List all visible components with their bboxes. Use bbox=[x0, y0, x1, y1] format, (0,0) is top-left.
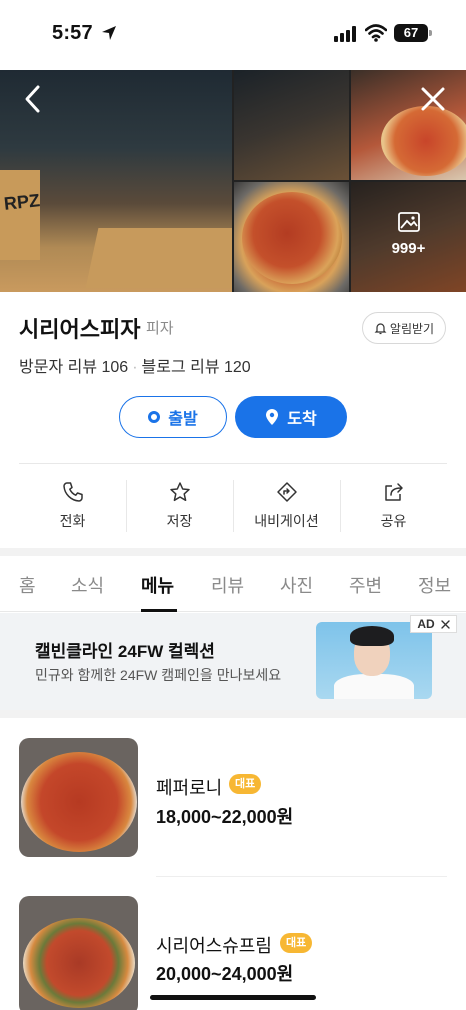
tab-info[interactable]: 정보 bbox=[418, 572, 451, 598]
call-action[interactable]: 전화 bbox=[19, 476, 126, 536]
bell-icon bbox=[374, 322, 387, 334]
tab-nearby[interactable]: 주변 bbox=[349, 572, 382, 598]
place-name: 시리어스피자 bbox=[19, 317, 141, 342]
ad-subtitle: 민규와 함께한 24FW 캠페인을 만나보세요 bbox=[35, 667, 282, 683]
status-bar: 5:57 67 bbox=[0, 0, 466, 70]
visitor-reviews-link[interactable]: 방문자 리뷰 106 bbox=[19, 359, 128, 376]
ad-badge[interactable]: AD bbox=[410, 615, 457, 633]
action-label: 저장 bbox=[166, 513, 193, 529]
depart-label: 출발 bbox=[168, 411, 198, 428]
table-top bbox=[85, 228, 232, 288]
wifi-icon bbox=[365, 24, 387, 42]
status-time: 5:57 bbox=[52, 22, 93, 44]
close-icon[interactable] bbox=[420, 86, 446, 112]
blog-reviews-link[interactable]: 블로그 리뷰 120 bbox=[142, 359, 251, 376]
signature-badge: 대표 bbox=[280, 933, 313, 953]
tab-menu[interactable]: 메뉴 bbox=[141, 572, 174, 598]
menu-item-name: 페퍼로니 bbox=[156, 778, 223, 798]
tab-reviews[interactable]: 리뷰 bbox=[211, 572, 244, 598]
photo-gallery[interactable]: RPZ 999+ bbox=[0, 70, 466, 292]
ad-banner[interactable]: 캘빈클라인 24FW 컬렉션 민규와 함께한 24FW 캠페인을 만나보세요 bbox=[0, 613, 466, 710]
ad-label: AD bbox=[417, 617, 435, 631]
quick-actions: 전화 저장 내비게이션 공유 bbox=[19, 476, 447, 536]
section-divider bbox=[0, 710, 466, 718]
star-icon bbox=[169, 482, 190, 502]
navigation-action[interactable]: 내비게이션 bbox=[233, 476, 340, 536]
pizza-image bbox=[21, 752, 137, 852]
menu-thumbnail bbox=[19, 896, 138, 1010]
arrive-button[interactable]: 도착 bbox=[235, 396, 347, 438]
gallery-photo-pizza-table[interactable] bbox=[351, 70, 466, 180]
menu-thumbnail bbox=[19, 738, 138, 857]
notify-label: 알림받기 bbox=[389, 321, 435, 336]
pizza-image bbox=[242, 192, 342, 284]
separator-dot: · bbox=[132, 359, 138, 376]
location-pin-icon bbox=[266, 409, 279, 425]
location-arrow-icon bbox=[102, 26, 116, 40]
image-icon bbox=[397, 212, 420, 232]
counter-sign-text: RPZ bbox=[3, 190, 41, 214]
battery-indicator: 67 bbox=[394, 24, 428, 42]
tab-photos[interactable]: 사진 bbox=[280, 572, 313, 598]
place-category: 피자 bbox=[146, 320, 174, 337]
notify-button[interactable]: 알림받기 bbox=[362, 312, 446, 344]
navigation-icon bbox=[276, 482, 297, 502]
signature-badge: 대표 bbox=[229, 774, 262, 794]
phone-icon bbox=[62, 482, 83, 502]
home-indicator bbox=[150, 995, 316, 1000]
section-divider bbox=[0, 548, 466, 556]
gallery-photo-window[interactable] bbox=[234, 70, 349, 180]
gallery-photo-more[interactable]: 999+ bbox=[351, 182, 466, 292]
ad-figure-hair bbox=[350, 626, 394, 646]
pizza-image bbox=[381, 106, 466, 176]
share-icon bbox=[384, 483, 403, 501]
action-label: 전화 bbox=[59, 513, 86, 529]
back-icon[interactable] bbox=[20, 84, 46, 114]
action-label: 내비게이션 bbox=[254, 513, 319, 529]
more-photos[interactable]: 999+ bbox=[351, 212, 466, 257]
menu-item[interactable]: 페퍼로니 대표 18,000~22,000원 bbox=[0, 718, 466, 858]
divider bbox=[19, 463, 447, 464]
tab-home[interactable]: 홈 bbox=[19, 572, 36, 598]
gallery-photo-pizza[interactable] bbox=[234, 182, 349, 292]
ad-title: 캘빈클라인 24FW 컬렉션 bbox=[35, 642, 215, 661]
reviews-summary: 방문자 리뷰 106 · 블로그 리뷰 120 bbox=[19, 353, 251, 377]
battery-cap bbox=[429, 30, 432, 36]
arrive-label: 도착 bbox=[287, 411, 317, 428]
tab-bar: 홈 소식 메뉴 리뷰 사진 주변 정보 bbox=[0, 556, 466, 612]
cellular-signal-icon bbox=[334, 26, 356, 42]
active-tab-indicator bbox=[141, 609, 177, 612]
depart-button[interactable]: 출발 bbox=[119, 396, 227, 438]
pizza-image bbox=[23, 918, 135, 1008]
counter-sign bbox=[0, 170, 40, 260]
save-action[interactable]: 저장 bbox=[126, 476, 233, 536]
menu-item-name: 시리어스슈프림 bbox=[156, 936, 272, 956]
share-action[interactable]: 공유 bbox=[340, 476, 447, 536]
menu-item-price: 20,000~24,000원 bbox=[156, 964, 294, 984]
origin-dot-icon bbox=[148, 411, 161, 423]
close-ad-icon[interactable] bbox=[440, 619, 450, 629]
ad-image bbox=[316, 622, 432, 699]
more-photos-count: 999+ bbox=[391, 240, 426, 257]
tab-news[interactable]: 소식 bbox=[71, 572, 104, 598]
ad-figure-body bbox=[334, 674, 414, 699]
menu-item[interactable]: 시리어스슈프림 대표 20,000~24,000원 bbox=[0, 876, 466, 1010]
menu-item-price: 18,000~22,000원 bbox=[156, 807, 294, 827]
action-label: 공유 bbox=[380, 513, 407, 529]
